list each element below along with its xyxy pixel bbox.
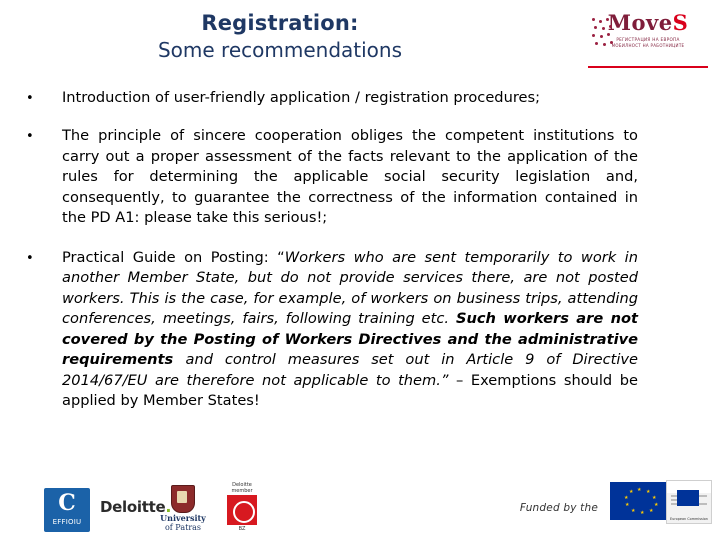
- footer-logo-red: Deloitte member BZ: [222, 482, 262, 532]
- bullet-1-part-0: Introduction of user-friendly applicatio…: [62, 89, 540, 106]
- moves-logo-dots-icon: [592, 18, 614, 52]
- title-line-1: Registration:: [201, 11, 359, 35]
- red-logo-label: BZ: [238, 526, 246, 532]
- red-logo-icon: [227, 495, 257, 525]
- moves-logo-s: S: [672, 10, 689, 35]
- bullet-3-part-0: Practical Guide on Posting: “: [62, 248, 285, 266]
- red-logo-caption: Deloitte member: [231, 482, 253, 494]
- efrei-name: EFFIOIU: [52, 518, 82, 526]
- efrei-mark-icon: C: [58, 490, 76, 516]
- footer-logo-university: University of Patras: [152, 485, 214, 532]
- bullet-item-2: • The principle of sincere cooperation o…: [26, 126, 638, 229]
- slide-title: Registration: Some recommendations: [0, 10, 560, 63]
- funded-by-text: Funded by the: [519, 502, 598, 514]
- eu-flag-stars: ★ ★ ★ ★ ★ ★ ★ ★ ★ ★: [624, 487, 659, 516]
- eu-flag-icon: ★ ★ ★ ★ ★ ★ ★ ★ ★ ★: [610, 482, 668, 520]
- university-crest-icon: [171, 485, 195, 513]
- moves-logo: MoveS РЕГИСТРАЦИЯ НА ЕВРОПА МОБИЛНОСТ НА…: [588, 8, 708, 68]
- title-line-2: Some recommendations: [157, 38, 403, 62]
- eu-document-badge-icon: [677, 490, 699, 506]
- bullet-marker-2: •: [26, 129, 34, 144]
- slide-footer: C EFFIOIU Deloitte. University of Patras…: [0, 478, 720, 540]
- bullet-item-1: • Introduction of user-friendly applicat…: [26, 88, 638, 109]
- university-line-1: University: [160, 513, 206, 523]
- bullet-text-2: The principle of sincere cooperation obl…: [62, 126, 638, 229]
- bullet-marker-1: •: [26, 91, 34, 106]
- bullet-item-3: • Practical Guide on Posting: “Workers w…: [26, 248, 638, 412]
- university-line-2: of Patras: [164, 523, 202, 532]
- bullet-marker-3: •: [26, 250, 34, 266]
- bullet-2-part-0: The principle of sincere cooperation obl…: [62, 127, 638, 226]
- moves-logo-move: Move: [607, 10, 673, 35]
- footer-logo-efrei: C EFFIOIU: [44, 488, 90, 532]
- bullet-text-1: Introduction of user-friendly applicatio…: [62, 88, 638, 109]
- bullet-text-3: Practical Guide on Posting: “Workers who…: [62, 248, 638, 412]
- eu-document-caption: European Commission: [670, 517, 708, 521]
- eu-document-logo: European Commission: [666, 480, 712, 524]
- slide-body: • Introduction of user-friendly applicat…: [26, 88, 638, 426]
